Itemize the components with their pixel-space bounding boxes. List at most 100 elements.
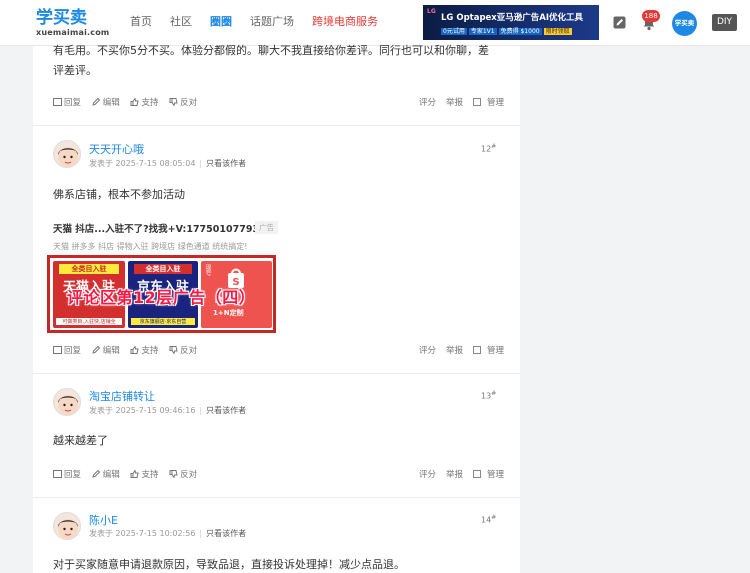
reply-icon [53, 346, 62, 354]
comment-text: 佛系店铺，根本不参加活动 [53, 188, 185, 201]
post-time: 发表于 2025-7-15 08:05:04 [89, 159, 196, 168]
commenter-name[interactable]: 陈小E [89, 512, 118, 528]
comment-meta: 发表于 2025-7-15 08:05:04 | 只看该作者 [89, 159, 247, 168]
ad-image[interactable]: 全类目入驻 天猫入驻 可做类目,入驻快,店铺全 全类目入驻 京东入驻 京东旗舰店… [47, 255, 276, 333]
commenter-name[interactable]: 淘宝店铺转让 [89, 388, 155, 404]
floor-number[interactable]: 14# [481, 514, 496, 525]
commenter-avatar[interactable] [53, 512, 81, 540]
comment-actions: 回复 编辑 支持 反对 [53, 96, 205, 108]
nav-community[interactable]: 社区 [170, 14, 192, 32]
header-ad-banner[interactable]: LG LG Optapex亚马逊广告AI优化工具 0元试用 专家1V1 免费得 $1… [423, 5, 599, 40]
comment-item: 陈小E 发表于 2025-7-15 10:02:56 | 只看该作者 14# 对于买… [33, 498, 520, 573]
edit-button[interactable]: 编辑 [92, 468, 120, 480]
post-time: 发表于 2025-7-15 10:02:56 [89, 529, 196, 538]
edit-icon [92, 346, 100, 354]
oppose-button[interactable]: 反对 [169, 468, 197, 480]
report-link[interactable]: 举报 [446, 344, 463, 356]
thumbs-down-icon [169, 470, 178, 478]
comment-meta: 发表于 2025-7-15 10:02:56 | 只看该作者 [89, 529, 247, 538]
reply-button[interactable]: 回复 [53, 468, 81, 480]
banner-tags: 0元试用 专家1V1 免费得 $1000 限时领取 [441, 26, 574, 35]
floor-number[interactable]: 12# [481, 143, 496, 154]
comment-admin-actions: 评分 举报 管理 [419, 344, 514, 356]
nav-cross-border[interactable]: 跨境电商服务 [312, 14, 378, 32]
rate-link[interactable]: 评分 [419, 344, 436, 356]
ad-overlay-label: 评论区第12层广告（四） [67, 288, 256, 307]
floor-number[interactable]: 13# [481, 390, 496, 401]
banner-brand: LG [427, 8, 436, 15]
diy-button[interactable]: DIY [712, 14, 737, 31]
only-author-link[interactable]: 只看该作者 [206, 406, 246, 415]
comment-text: 越来越差了 [53, 434, 108, 447]
only-author-link[interactable]: 只看该作者 [206, 159, 246, 168]
edit-icon [92, 470, 100, 478]
avatar-face-icon [58, 147, 78, 167]
ad-tag: 广告 [255, 221, 278, 234]
manage-label: 管理 [487, 470, 505, 480]
top-header: 学买卖 xuemaimai.com 首页 社区 圈圈 话题广场 跨境电商服务 L… [0, 0, 750, 46]
report-link[interactable]: 举报 [446, 96, 463, 108]
support-button[interactable]: 支持 [130, 96, 158, 108]
manage-label: 管理 [487, 346, 505, 356]
support-button[interactable]: 支持 [130, 468, 158, 480]
manage-checkbox[interactable] [473, 470, 482, 478]
manage-checkbox[interactable] [473, 98, 482, 106]
reply-icon [53, 470, 62, 478]
notification-badge: 188 [642, 10, 660, 22]
avatar-face-icon [58, 519, 78, 539]
thumbs-up-icon [130, 98, 140, 106]
post-time: 发表于 2025-7-15 09:46:16 [89, 406, 196, 415]
nav-circle[interactable]: 圈圈 [210, 14, 232, 32]
only-author-link[interactable]: 只看该作者 [206, 529, 246, 538]
comment-item: 有毛用。不买你5分不买。体验分都假的。聊大不我直接给你差评。同行也可以和你聊，差… [33, 44, 520, 126]
comment-item: 天天开心哦 发表于 2025-7-15 08:05:04 | 只看该作者 12# 佛… [33, 126, 520, 374]
right-sidebar [520, 46, 750, 573]
rate-link[interactable]: 评分 [419, 96, 436, 108]
comment-text: 对于买家随意申请退款原因，导致品退，直接投诉处理掉！减少点品退。 [53, 558, 405, 571]
edit-icon [92, 98, 100, 106]
commenter-avatar[interactable] [53, 388, 81, 416]
banner-tag: 0元试用 [441, 28, 467, 35]
comment-meta: 发表于 2025-7-15 09:46:16 | 只看该作者 [89, 406, 247, 415]
thumbs-up-icon [130, 346, 140, 354]
rate-link[interactable]: 评分 [419, 468, 436, 480]
commenter-avatar[interactable] [53, 140, 81, 168]
edit-button[interactable]: 编辑 [92, 344, 120, 356]
thumbs-down-icon [169, 98, 178, 106]
banner-tag: 限时领取 [543, 28, 572, 35]
comment-text: 有毛用。不买你5分不买。体验分都假的。聊大不我直接给你差评。同行也可以和你聊，差 [53, 44, 489, 57]
nav-home[interactable]: 首页 [130, 14, 152, 32]
main-nav: 首页 社区 圈圈 话题广场 跨境电商服务 [130, 14, 396, 32]
user-avatar[interactable]: 学买卖 [672, 11, 697, 36]
reply-button[interactable]: 回复 [53, 344, 81, 356]
manage-label: 管理 [487, 98, 505, 108]
thumbs-up-icon [130, 470, 140, 478]
reply-button[interactable]: 回复 [53, 96, 81, 108]
banner-tag: 专家1V1 [468, 28, 497, 35]
comment-item: 淘宝店铺转让 发表于 2025-7-15 09:46:16 | 只看该作者 13# … [33, 374, 520, 498]
commenter-name[interactable]: 天天开心哦 [89, 141, 144, 157]
comment-admin-actions: 评分 举报 管理 [419, 468, 514, 480]
reply-icon [53, 98, 62, 106]
ad-description: 天猫 拼多多 抖店 得物入驻 跨境店 绿色通道 统统搞定! [53, 242, 248, 251]
edit-post-icon[interactable] [613, 16, 626, 29]
logo-domain: xuemaimai.com [36, 28, 110, 37]
support-button[interactable]: 支持 [130, 344, 158, 356]
comment-list: 有毛用。不买你5分不买。体验分都假的。聊大不我直接给你差评。同行也可以和你聊，差… [33, 44, 520, 573]
report-link[interactable]: 举报 [446, 468, 463, 480]
thumbs-down-icon [169, 346, 178, 354]
logo-text: 学买卖 [36, 8, 87, 28]
avatar-face-icon [58, 395, 78, 415]
oppose-button[interactable]: 反对 [169, 344, 197, 356]
oppose-button[interactable]: 反对 [169, 96, 197, 108]
ad-title[interactable]: 天猫 抖店...入驻不了?找我+V:17750107793 [53, 221, 259, 235]
comment-actions: 回复 编辑 支持 反对 [53, 468, 205, 480]
nav-topic-square[interactable]: 话题广场 [250, 14, 294, 32]
manage-checkbox[interactable] [473, 346, 482, 354]
site-logo[interactable]: 学买卖 xuemaimai.com [36, 8, 110, 38]
edit-button[interactable]: 编辑 [92, 96, 120, 108]
comment-text: 评差评。 [53, 64, 97, 77]
banner-title: LG Optapex亚马逊广告AI优化工具 [441, 13, 584, 23]
banner-tag: 免费得 $1000 [498, 28, 542, 35]
comment-admin-actions: 评分 举报 管理 [419, 96, 514, 108]
